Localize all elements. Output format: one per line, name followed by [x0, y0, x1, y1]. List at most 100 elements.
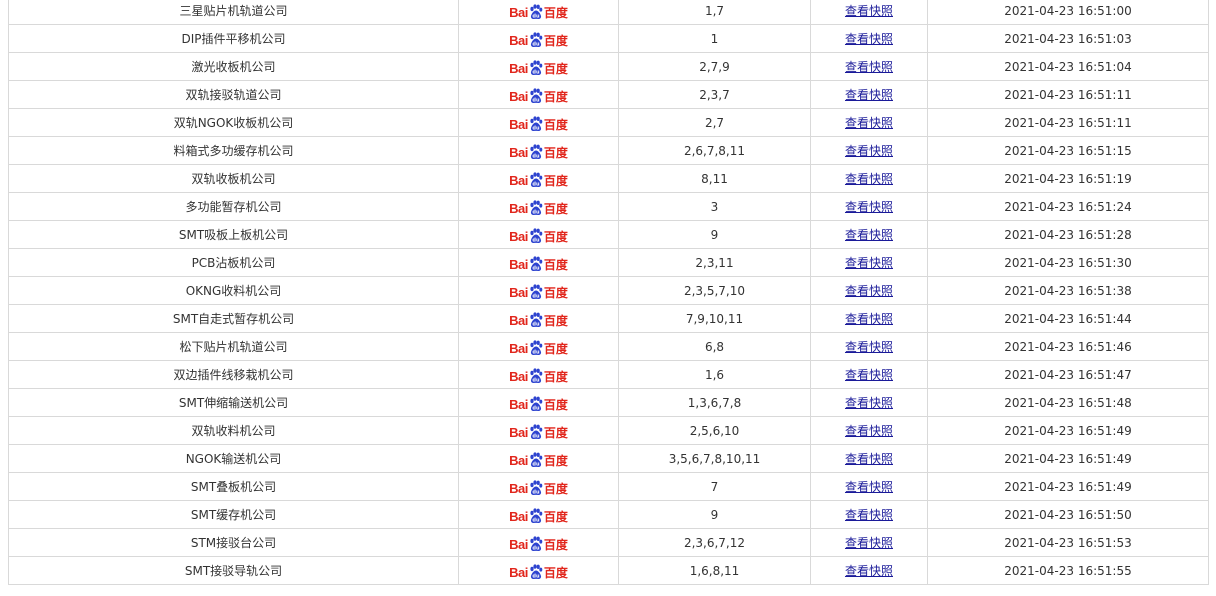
svg-text:du: du: [532, 517, 540, 523]
baidu-logo[interactable]: Bai du 百度: [509, 171, 568, 191]
snapshot-cell: 查看快照: [810, 388, 928, 417]
snapshot-link[interactable]: 查看快照: [845, 4, 893, 18]
snapshot-link[interactable]: 查看快照: [845, 172, 893, 186]
baidu-logo-latin: Bai: [509, 285, 528, 300]
engine-cell: Bai du 百度: [458, 500, 619, 529]
snapshot-link[interactable]: 查看快照: [845, 32, 893, 46]
baidu-logo[interactable]: Bai du 百度: [509, 311, 568, 331]
time-cell: 2021-04-23 16:51:04: [927, 52, 1209, 81]
snapshot-link[interactable]: 查看快照: [845, 368, 893, 382]
snapshot-cell: 查看快照: [810, 164, 928, 193]
table-row: 多功能暂存机公司 Bai du 百度 3 查看快照 2021-04-23 16:…: [8, 192, 1209, 221]
baidu-logo[interactable]: Bai du 百度: [509, 535, 568, 555]
table-row: SMT叠板机公司 Bai du 百度 7 查看快照 2021-04-23 16:…: [8, 472, 1209, 501]
keyword-cell: NGOK输送机公司: [8, 444, 459, 473]
engine-cell: Bai du 百度: [458, 220, 619, 249]
baidu-logo[interactable]: Bai du 百度: [509, 339, 568, 359]
table-row: SMT自走式暂存机公司 Bai du 百度 7,9,10,11 查看快照 202…: [8, 304, 1209, 333]
baidu-logo[interactable]: Bai du 百度: [509, 507, 568, 527]
baidu-logo[interactable]: Bai du 百度: [509, 479, 568, 499]
snapshot-link[interactable]: 查看快照: [845, 312, 893, 326]
baidu-logo[interactable]: Bai du 百度: [509, 31, 568, 51]
baidu-logo[interactable]: Bai du 百度: [509, 115, 568, 135]
baidu-paw-icon: du: [529, 31, 543, 48]
baidu-logo[interactable]: Bai du 百度: [509, 563, 568, 583]
baidu-logo[interactable]: Bai du 百度: [509, 143, 568, 163]
baidu-logo[interactable]: Bai du 百度: [509, 367, 568, 387]
snapshot-link[interactable]: 查看快照: [845, 340, 893, 354]
snapshot-link[interactable]: 查看快照: [845, 508, 893, 522]
snapshot-link[interactable]: 查看快照: [845, 228, 893, 242]
engine-cell: Bai du 百度: [458, 192, 619, 221]
baidu-logo[interactable]: Bai du 百度: [509, 199, 568, 219]
table-row: 三星贴片机轨道公司 Bai du 百度 1,7 查看快照 2021-04-23 …: [8, 0, 1209, 25]
engine-cell: Bai du 百度: [458, 24, 619, 53]
rank-cell: 1,7: [618, 0, 811, 25]
snapshot-link[interactable]: 查看快照: [845, 144, 893, 158]
baidu-logo-latin: Bai: [509, 33, 528, 48]
baidu-logo[interactable]: Bai du 百度: [509, 423, 568, 443]
baidu-logo-cn: 百度: [543, 425, 568, 440]
svg-text:du: du: [532, 405, 540, 411]
keyword-cell: DIP插件平移机公司: [8, 24, 459, 53]
engine-cell: Bai du 百度: [458, 556, 619, 585]
snapshot-cell: 查看快照: [810, 304, 928, 333]
snapshot-link[interactable]: 查看快照: [845, 424, 893, 438]
rank-cell: 9: [618, 500, 811, 529]
time-cell: 2021-04-23 16:51:00: [927, 0, 1209, 25]
baidu-logo-latin: Bai: [509, 173, 528, 188]
svg-text:du: du: [532, 489, 540, 495]
svg-text:du: du: [532, 41, 540, 47]
baidu-logo[interactable]: Bai du 百度: [509, 227, 568, 247]
baidu-logo-cn: 百度: [543, 341, 568, 356]
baidu-logo-latin: Bai: [509, 425, 528, 440]
snapshot-link[interactable]: 查看快照: [845, 256, 893, 270]
snapshot-link[interactable]: 查看快照: [845, 284, 893, 298]
baidu-logo-cn: 百度: [543, 257, 568, 272]
rank-cell: 1,6,8,11: [618, 556, 811, 585]
snapshot-link[interactable]: 查看快照: [845, 536, 893, 550]
engine-cell: Bai du 百度: [458, 0, 619, 25]
snapshot-link[interactable]: 查看快照: [845, 200, 893, 214]
snapshot-link[interactable]: 查看快照: [845, 452, 893, 466]
snapshot-link[interactable]: 查看快照: [845, 60, 893, 74]
snapshot-link[interactable]: 查看快照: [845, 564, 893, 578]
baidu-logo[interactable]: Bai du 百度: [509, 255, 568, 275]
baidu-paw-icon: du: [529, 59, 543, 76]
baidu-logo-latin: Bai: [509, 509, 528, 524]
table-row: SMT吸板上板机公司 Bai du 百度 9 查看快照 2021-04-23 1…: [8, 220, 1209, 249]
baidu-logo[interactable]: Bai du 百度: [509, 395, 568, 415]
keyword-cell: 松下贴片机轨道公司: [8, 332, 459, 361]
svg-text:du: du: [532, 237, 540, 243]
snapshot-link[interactable]: 查看快照: [845, 396, 893, 410]
rank-cell: 3,5,6,7,8,10,11: [618, 444, 811, 473]
engine-cell: Bai du 百度: [458, 164, 619, 193]
baidu-logo-cn: 百度: [543, 453, 568, 468]
svg-text:du: du: [532, 153, 540, 159]
snapshot-cell: 查看快照: [810, 416, 928, 445]
time-cell: 2021-04-23 16:51:11: [927, 80, 1209, 109]
baidu-logo[interactable]: Bai du 百度: [509, 283, 568, 303]
keyword-cell: SMT自走式暂存机公司: [8, 304, 459, 333]
baidu-logo[interactable]: Bai du 百度: [509, 3, 568, 23]
baidu-logo[interactable]: Bai du 百度: [509, 451, 568, 471]
snapshot-link[interactable]: 查看快照: [845, 480, 893, 494]
table-row: SMT接驳导轨公司 Bai du 百度 1,6,8,11 查看快照 2021-0…: [8, 556, 1209, 585]
baidu-logo[interactable]: Bai du 百度: [509, 87, 568, 107]
rank-cell: 2,3,7: [618, 80, 811, 109]
baidu-logo-cn: 百度: [543, 369, 568, 384]
snapshot-link[interactable]: 查看快照: [845, 116, 893, 130]
baidu-paw-icon: du: [529, 199, 543, 216]
snapshot-cell: 查看快照: [810, 108, 928, 137]
snapshot-link[interactable]: 查看快照: [845, 88, 893, 102]
rank-cell: 2,7,9: [618, 52, 811, 81]
rank-cell: 3: [618, 192, 811, 221]
baidu-logo-cn: 百度: [543, 537, 568, 552]
baidu-logo[interactable]: Bai du 百度: [509, 59, 568, 79]
baidu-logo-cn: 百度: [543, 89, 568, 104]
baidu-paw-icon: du: [529, 395, 543, 412]
engine-cell: Bai du 百度: [458, 444, 619, 473]
baidu-logo-latin: Bai: [509, 369, 528, 384]
snapshot-cell: 查看快照: [810, 444, 928, 473]
svg-text:du: du: [532, 377, 540, 383]
